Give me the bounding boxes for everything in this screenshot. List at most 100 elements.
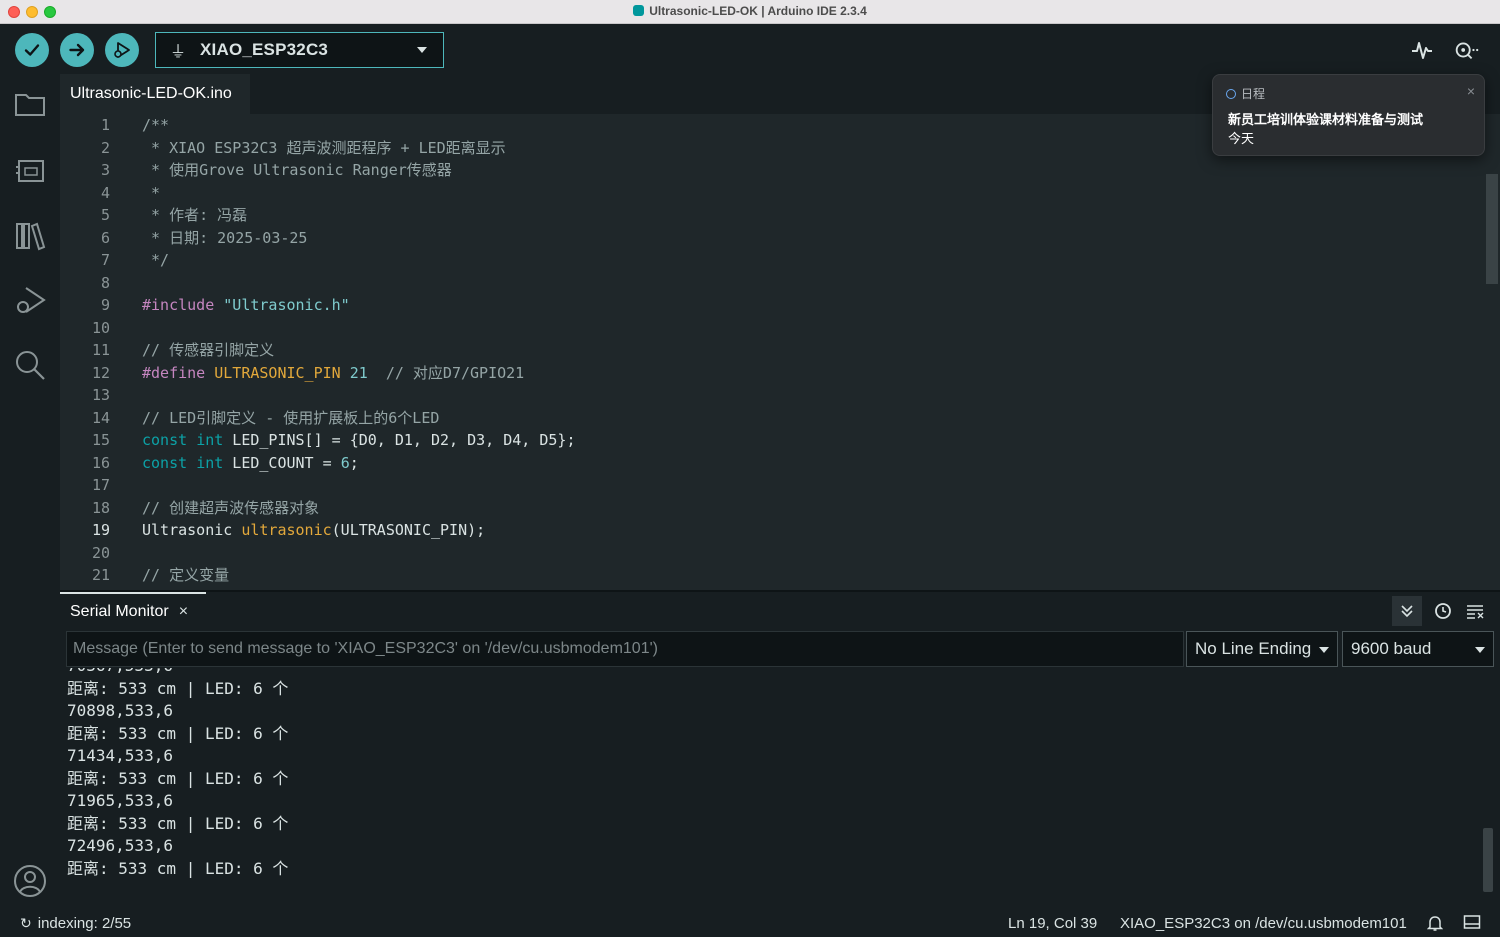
debug-view-button[interactable] <box>12 282 48 318</box>
serial-monitor-tab[interactable]: Serial Monitor × <box>60 592 206 630</box>
code-line: // LED引脚定义 - 使用扩展板上的6个LED <box>142 408 440 427</box>
library-manager-icon <box>16 222 46 251</box>
account-button[interactable] <box>13 864 47 898</box>
debug-icon <box>114 42 130 58</box>
code-line: Ultrasonic ultrasonic(ULTRASONIC_PIN); <box>142 521 486 539</box>
editor-tab[interactable]: Ultrasonic-LED-OK.ino <box>60 74 250 114</box>
code-line: * XIAO ESP32C3 超声波测距程序 + LED距离显示 <box>142 138 506 157</box>
clear-output-button[interactable] <box>1460 596 1490 626</box>
line-number: 20 <box>91 543 110 562</box>
line-number: 5 <box>100 206 110 224</box>
editor-scrollbar[interactable] <box>1484 114 1500 590</box>
serial-output-line: 距离: 533 cm | LED: 6 个 <box>67 678 289 698</box>
serial-output-line: 70367,533,6 <box>67 668 288 678</box>
toggle-panel-button[interactable] <box>1463 914 1481 934</box>
code-line: const int LED_COUNT = 6; <box>142 453 359 472</box>
account-icon <box>14 865 46 897</box>
notification-header: 日程 <box>1226 85 1265 102</box>
panel-icon <box>1463 915 1481 929</box>
board-selector[interactable]: ⏚ XIAO_ESP32C3 <box>155 32 444 68</box>
upload-button[interactable] <box>60 33 94 67</box>
usb-icon: ⏚ <box>170 44 187 61</box>
serial-output-line: 距离: 533 cm | LED: 6 个 <box>67 723 289 743</box>
search-icon <box>16 351 45 380</box>
board-port-status[interactable]: XIAO_ESP32C3 on /dev/cu.usbmodem101 <box>1120 915 1407 932</box>
notification-title: 新员工培训体验课材料准备与测试 <box>1228 112 1424 127</box>
serial-output-line: 70898,533,6 <box>67 701 173 720</box>
calendar-notification[interactable]: 日程 新员工培训体验课材料准备与测试 今天 × <box>1212 74 1485 156</box>
sketchbook-button[interactable] <box>12 86 48 122</box>
line-number: 1 <box>100 116 110 134</box>
serial-output-line: 距离: 533 cm | LED: 6 个 <box>67 858 289 878</box>
activity-bar <box>0 74 60 909</box>
line-number: 15 <box>91 431 110 449</box>
serial-output-scrollbar[interactable] <box>1480 668 1500 908</box>
boards-manager-button[interactable] <box>12 152 48 188</box>
serial-output-line: 71434,533,6 <box>67 746 173 765</box>
code-line: */ <box>142 251 170 269</box>
serial-monitor-tab-label: Serial Monitor <box>70 603 169 620</box>
close-icon[interactable]: × <box>179 603 188 621</box>
code-line: // 传感器引脚定义 <box>142 341 275 359</box>
cursor-position[interactable]: Ln 19, Col 39 <box>1008 915 1097 932</box>
sync-icon: ↻ <box>20 915 32 931</box>
serial-monitor-icon <box>1455 42 1479 60</box>
clear-output-icon <box>1467 605 1484 619</box>
indexing-text: indexing: 2/55 <box>37 915 132 932</box>
serial-output-lines: 70367,533,6 距离: 533 cm | LED: 6 个 70898,… <box>67 668 288 880</box>
line-number: 9 <box>100 296 110 314</box>
status-bar: ↻ indexing: 2/55 Ln 19, Col 39 XIAO_ESP3… <box>0 909 1500 937</box>
sketchbook-icon <box>15 94 45 116</box>
chevron-down-icon <box>1319 647 1329 653</box>
line-number: 21 <box>91 566 110 584</box>
line-number: 13 <box>91 386 110 404</box>
code-content[interactable]: /** * XIAO ESP32C3 超声波测距程序 + LED距离显示 * 使… <box>142 114 575 587</box>
notifications-button[interactable] <box>1426 914 1444 936</box>
serial-output[interactable]: 70367,533,6 距离: 533 cm | LED: 6 个 70898,… <box>60 668 1480 908</box>
chevron-down-icon <box>1475 647 1485 653</box>
serial-plotter-button[interactable] <box>1408 36 1436 64</box>
serial-message-input[interactable] <box>66 631 1184 667</box>
line-number: 3 <box>100 161 110 179</box>
line-number: 14 <box>91 408 110 427</box>
window-title-text: Ultrasonic-LED-OK | Arduino IDE 2.3.4 <box>649 4 867 18</box>
line-number: 16 <box>91 453 110 472</box>
baud-rate-select[interactable]: 9600 baud <box>1342 631 1494 667</box>
code-line: * <box>142 183 161 202</box>
code-editor[interactable]: 1 2 3 4 5 6 7 8 9 10 11 12 13 14 15 16 17 18 19 20 21 /** * … <box>60 114 1484 590</box>
search-button[interactable] <box>12 347 48 383</box>
debug-icon <box>17 287 46 313</box>
line-ending-select[interactable]: No Line Ending <box>1186 631 1338 667</box>
serial-output-scroll-thumb[interactable] <box>1483 828 1493 892</box>
code-line: #define ULTRASONIC_PIN 21 // 对应D7/GPIO21 <box>142 363 525 382</box>
line-number: 19 <box>91 521 110 539</box>
bell-icon <box>1426 916 1444 931</box>
line-number: 18 <box>91 498 110 517</box>
window-title: Ultrasonic-LED-OK | Arduino IDE 2.3.4 <box>0 4 1500 18</box>
calendar-icon <box>1226 88 1236 99</box>
timestamp-toggle[interactable] <box>1428 596 1458 626</box>
autoscroll-toggle[interactable] <box>1392 596 1422 626</box>
serial-output-line: 距离: 533 cm | LED: 6 个 <box>67 813 289 833</box>
library-manager-button[interactable] <box>12 217 48 253</box>
indexing-status: ↻ indexing: 2/55 <box>20 915 131 932</box>
arrow-right-icon <box>69 43 85 57</box>
arduino-app-icon <box>633 5 645 16</box>
code-line: * 日期: 2025-03-25 <box>142 228 308 247</box>
serial-output-line: 72496,533,6 <box>67 836 173 855</box>
line-number: 11 <box>91 341 110 359</box>
verify-button[interactable] <box>15 33 49 67</box>
line-number: 7 <box>100 251 110 269</box>
notification-close-button[interactable]: × <box>1467 83 1475 99</box>
line-number: 2 <box>100 138 110 157</box>
debug-button[interactable] <box>105 33 139 67</box>
check-icon <box>24 44 40 56</box>
toolbar: ⏚ XIAO_ESP32C3 <box>0 24 1500 74</box>
serial-output-line: 距离: 533 cm | LED: 6 个 <box>67 768 289 788</box>
editor-scroll-thumb[interactable] <box>1486 174 1498 284</box>
serial-monitor-button[interactable] <box>1452 36 1480 64</box>
